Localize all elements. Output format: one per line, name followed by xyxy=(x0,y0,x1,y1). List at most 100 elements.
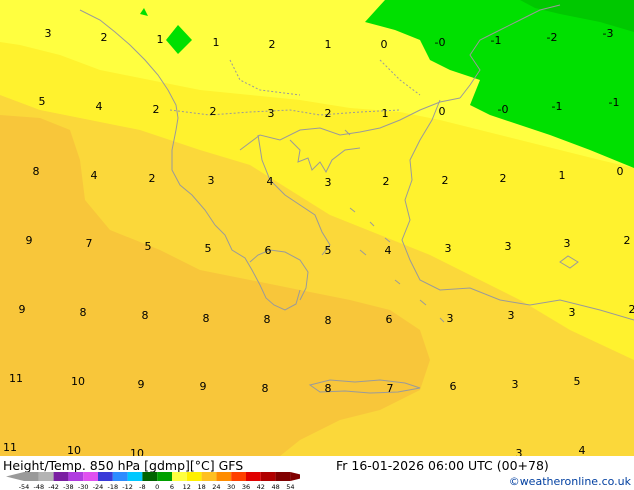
temperature-value-label: 4 xyxy=(579,444,586,456)
colorbar-tick-label: 30 xyxy=(227,483,235,490)
colorbar-tick-label: 36 xyxy=(242,483,250,490)
temperature-value-label: 3 xyxy=(268,107,275,120)
temperature-value-label: 3 xyxy=(564,237,571,250)
temperature-value-label: 3 xyxy=(508,309,515,322)
temperature-value-label: 5 xyxy=(574,375,581,388)
temperature-value-label: 3 xyxy=(569,306,576,319)
temperature-value-label: 7 xyxy=(387,382,394,395)
temperature-value-label: 8 xyxy=(325,314,332,327)
colorbar-swatch xyxy=(172,472,187,481)
colorbar-swatch xyxy=(53,472,69,481)
temperature-value-label: 11 xyxy=(3,441,17,454)
temperature-value-label: 6 xyxy=(265,244,272,257)
temperature-value-label: 1 xyxy=(382,107,389,120)
temperature-value-label: -1 xyxy=(491,34,502,47)
temperature-value-label: 5 xyxy=(39,95,46,108)
temperature-value-label: 5 xyxy=(145,240,152,253)
colorbar-tick-label: -18 xyxy=(107,483,118,490)
temperature-value-label: 9 xyxy=(26,234,33,247)
colorbar-swatch xyxy=(68,472,84,481)
colorbar-tick-label: -30 xyxy=(78,483,89,490)
colorbar-swatch xyxy=(127,472,143,481)
temperature-value-label: 4 xyxy=(385,244,392,257)
temperature-value-label: 2 xyxy=(149,172,156,185)
temperature-value-label: 0 xyxy=(617,165,624,178)
temperature-value-label: 2 xyxy=(210,105,217,118)
valid-time: Fr 16-01-2026 06:00 UTC (00+78) xyxy=(336,458,549,473)
temperature-value-label: 1 xyxy=(559,169,566,182)
colorbar-tick-label: 6 xyxy=(170,483,174,490)
colorbar-swatch xyxy=(98,472,113,481)
temperature-value-label: -0 xyxy=(498,103,509,116)
colorbar-tick-label: -54 xyxy=(19,483,30,490)
temperature-value-label: 3 xyxy=(447,312,454,325)
colorbar-swatch xyxy=(24,472,39,481)
temperature-value-label: 2 xyxy=(500,172,507,185)
temperature-value-label: 8 xyxy=(264,313,271,326)
temperature-value-label: 5 xyxy=(325,244,332,257)
colorbar-swatch xyxy=(157,472,172,481)
colorbar-swatch xyxy=(186,472,202,481)
temperature-value-label: 11 xyxy=(9,372,23,385)
temperature-value-label: 1 xyxy=(157,33,164,46)
temperature-value-label: 9 xyxy=(200,380,207,393)
colorbar-tick-label: -24 xyxy=(93,483,104,490)
colorbar-swatch xyxy=(112,472,128,481)
temperature-value-label: 3 xyxy=(512,378,519,391)
temperature-value-label: -0 xyxy=(435,36,446,49)
colorbar-legend: -54 -48 -42 -38 -30 -24 -18 -12 -8 0 6 12 18 24 30 36 42… xyxy=(6,472,300,490)
temperature-value-label: 3 xyxy=(445,242,452,255)
temperature-value-label: 4 xyxy=(91,169,98,182)
temperature-value-label: 7 xyxy=(86,237,93,250)
colorbar-tick-label: 18 xyxy=(197,483,205,490)
temperature-value-label: 3 xyxy=(505,240,512,253)
temperature-value-label: 2 xyxy=(325,107,332,120)
temperature-value-label: 1 xyxy=(213,36,220,49)
temperature-value-label: 2 xyxy=(269,38,276,51)
colorbar-swatch xyxy=(38,472,54,481)
colorbar-tick-label: 0 xyxy=(155,483,159,490)
temperature-value-label: 9 xyxy=(19,303,26,316)
colorbar-ticks: -54 -48 -42 -38 -30 -24 -18 -12 -8 0 6 12 18 24 30 36 42… xyxy=(19,483,295,490)
temperature-value-label: 2 xyxy=(442,174,449,187)
temperature-value-label: 8 xyxy=(142,309,149,322)
colorbar-tick-label: -48 xyxy=(33,483,44,490)
colorbar-swatch xyxy=(201,472,217,481)
temperature-value-label: 3 xyxy=(325,176,332,189)
temperature-value-label: 10 xyxy=(130,447,144,456)
temperature-value-label: 1 xyxy=(325,38,332,51)
colorbar-tick-label: 12 xyxy=(183,483,191,490)
credit-link[interactable]: ©weatheronline.co.uk xyxy=(509,475,631,488)
colorbar-tick-label: -8 xyxy=(139,483,145,490)
temperature-value-label: -2 xyxy=(547,31,558,44)
colorbar-tick-label: 48 xyxy=(271,483,279,490)
colorbar-swatch xyxy=(231,472,246,481)
temperature-value-label: 8 xyxy=(203,312,210,325)
temperature-value-label: 0 xyxy=(381,38,388,51)
temperature-value-label: 8 xyxy=(325,382,332,395)
weather-map-frame: 3 2 1 1 2 1 0 -0 -1 -2 -3 5 4 2 2 3 2 1 0 -0 -1 -1 8 4 2 3 4 3 2 2 2 1 0… xyxy=(0,0,634,490)
colorbar-swatches xyxy=(6,472,300,481)
colorbar-tick-label: -12 xyxy=(122,483,133,490)
colorbar-swatch xyxy=(216,472,232,481)
colorbar-tick-label: 54 xyxy=(286,483,294,490)
colorbar-swatch xyxy=(275,472,291,481)
temperature-value-label: 3 xyxy=(45,27,52,40)
colorbar-tick-label: -42 xyxy=(48,483,59,490)
temperature-value-label: 5 xyxy=(205,242,212,255)
temperature-value-label: 10 xyxy=(67,444,81,456)
temperature-value-label: 2 xyxy=(383,175,390,188)
temperature-value-label: 4 xyxy=(267,175,274,188)
temperature-value-label: 3 xyxy=(516,447,523,456)
temperature-value-label: 8 xyxy=(33,165,40,178)
temperature-value-label: 8 xyxy=(80,306,87,319)
temperature-value-label: -3 xyxy=(603,27,614,40)
temperature-value-label: -1 xyxy=(552,100,563,113)
temperature-value-label: 4 xyxy=(96,100,103,113)
temperature-map: 3 2 1 1 2 1 0 -0 -1 -2 -35 4 2 2 3 2 1 0 -0 -1 -18 4 2 3 4 3 2 2 2 1 0… xyxy=(0,0,634,456)
colorbar-tick-label: -38 xyxy=(63,483,74,490)
temperature-value-label: 0 xyxy=(439,105,446,118)
temperature-value-label: 6 xyxy=(450,380,457,393)
temperature-value-label: -1 xyxy=(609,96,620,109)
colorbar-swatch xyxy=(142,472,158,481)
